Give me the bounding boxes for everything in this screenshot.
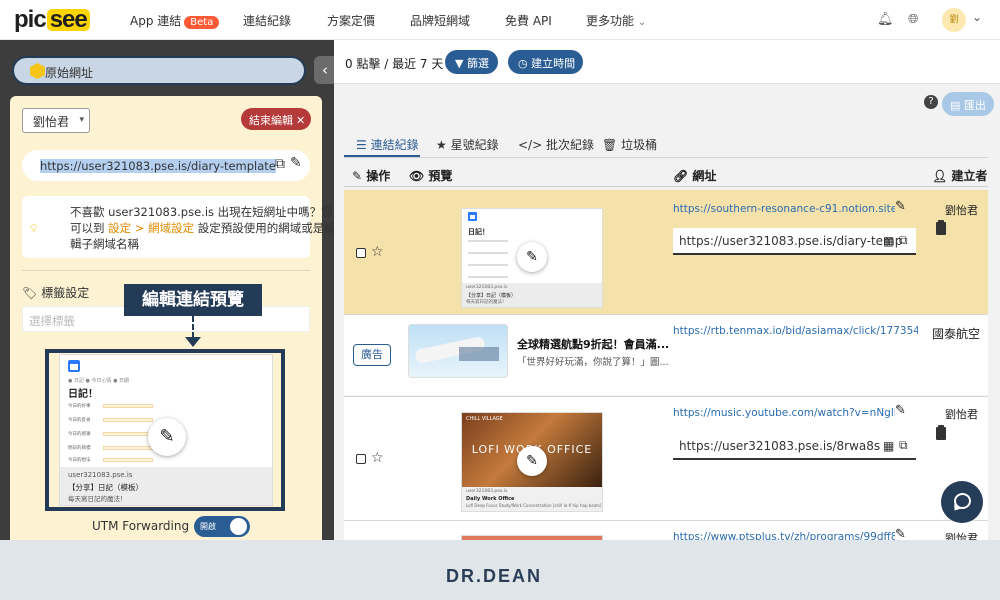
clipboard-icon[interactable] xyxy=(936,425,946,440)
nav-app-links[interactable]: App 連結 Beta xyxy=(130,12,220,29)
trash-icon: 🗑︎ xyxy=(602,138,618,152)
tag-icon: 🏷︎ xyxy=(22,286,38,300)
ad-title[interactable]: 全球精選航點9折起！會員滿... xyxy=(517,336,669,352)
creator-name: 國泰航空 xyxy=(932,327,981,341)
filter-button[interactable]: ▼ 篩選 xyxy=(445,50,498,74)
creator-name: 劉怡君 xyxy=(945,408,978,421)
chevron-down-icon: ▾ xyxy=(79,115,84,125)
tag-settings-title: 🏷︎ 標籤設定 xyxy=(22,286,90,300)
ad-thumbnail[interactable] xyxy=(409,325,507,377)
code-icon: </> xyxy=(518,138,543,152)
record-tabs: ☰ 連結紀錄 ★ 星號紀錄 </> 批次紀錄 🗑︎ 垃圾桶 xyxy=(344,134,988,158)
list-icon: ☰ xyxy=(356,138,367,152)
qrcode-icon[interactable]: ▦ xyxy=(883,439,894,453)
col-header-url: 🔗︎ 網址 xyxy=(673,169,717,183)
original-url-link[interactable]: https://music.youtube.com/watch?v=nNglMd… xyxy=(673,407,895,419)
chevron-down-icon: ⌄ xyxy=(637,17,647,28)
globe-icon[interactable]: 🌐︎ xyxy=(908,12,918,27)
chevron-down-icon[interactable]: ⌄ xyxy=(972,10,982,24)
edit-icon[interactable]: ✎ xyxy=(895,527,906,540)
ad-badge: 廣告 xyxy=(353,344,391,366)
clipboard-icon[interactable] xyxy=(936,220,946,235)
edit-preview-icon[interactable]: ✎ xyxy=(517,242,547,272)
nav-free-api[interactable]: 免費 API xyxy=(505,12,552,29)
col-header-creator: 👤︎ 建立者 xyxy=(932,169,988,183)
creator-name: 劉怡君 xyxy=(945,532,978,540)
short-url-text[interactable]: https://user321083.pse.is/diary-template xyxy=(40,159,276,173)
bell-icon[interactable]: 🔔︎ xyxy=(877,12,894,27)
copy-icon[interactable]: ⧉ xyxy=(899,438,908,453)
domain-settings-link[interactable]: 設定 > 網域設定 xyxy=(108,221,194,235)
ad-description: 「世界好好玩滿，你說了算！」圖... xyxy=(517,357,669,368)
nav-more-features[interactable]: 更多功能 ⌄ xyxy=(586,12,646,29)
avatar[interactable]: 劉 xyxy=(942,8,966,32)
lightbulb-icon: 💡︎ xyxy=(30,222,38,235)
edit-preview-icon[interactable]: ✎ xyxy=(517,446,547,476)
active-tab-indicator xyxy=(344,155,420,157)
chat-support-button[interactable] xyxy=(941,481,983,523)
edit-icon[interactable]: ✎ xyxy=(895,403,906,418)
edit-icon: ✎ xyxy=(352,169,363,183)
utm-forwarding-toggle[interactable]: 開啟 xyxy=(194,516,250,537)
picsee-logo[interactable]: pic see xyxy=(14,6,90,33)
eye-icon: 👁︎ xyxy=(409,169,425,183)
calendar-icon xyxy=(68,360,80,372)
ad-url-link[interactable]: https://rtb.tenmax.io/bid/asiamax/click/… xyxy=(673,325,918,337)
original-url-link[interactable]: https://www.ptsplus.tv/zh/programs/99dff… xyxy=(673,531,895,540)
original-url-link[interactable]: https://southern-resonance-c91.notion.si… xyxy=(673,203,895,215)
help-icon[interactable]: ? xyxy=(924,95,938,109)
nav-link-records[interactable]: 連結紀錄 xyxy=(243,12,291,29)
row-checkbox[interactable] xyxy=(356,248,366,258)
click-summary: 0 點擊 / 最近 7 天 xyxy=(345,57,444,71)
short-url-box[interactable]: https://user321083.pse.is/diary-temp ▦ ⧉ xyxy=(673,228,916,255)
edit-icon[interactable]: ✎ xyxy=(290,155,302,171)
export-button[interactable]: ▤ 匯出 xyxy=(942,92,994,116)
col-header-actions: ✎ 操作 xyxy=(352,169,391,183)
tab-batch-records[interactable]: </> 批次紀錄 xyxy=(518,136,594,153)
domain-hint: 💡︎ 不喜歡 user321083.pse.is 出現在短網址中嗎？您 可以到 … xyxy=(22,196,336,258)
edit-preview-callout: 編輯連結預覽 xyxy=(124,284,262,316)
tab-starred-records[interactable]: ★ 星號紀錄 xyxy=(436,136,499,153)
utm-forwarding-label: UTM Forwarding xyxy=(92,519,190,533)
link-icon: 🔗︎ xyxy=(673,169,689,183)
short-url-field[interactable]: https://user321083.pse.is/diary-template… xyxy=(22,150,310,181)
divider xyxy=(22,270,310,271)
star-icon[interactable]: ☆ xyxy=(371,450,384,466)
copy-icon[interactable]: ⧉ xyxy=(899,233,908,248)
tab-link-records[interactable]: ☰ 連結紀錄 xyxy=(356,136,419,153)
owner-select[interactable]: 劉怡君 ▾ xyxy=(22,108,90,133)
sort-time-button[interactable]: ◷ 建立時間 xyxy=(508,50,583,74)
calendar-icon xyxy=(468,212,477,221)
nav-brand-domain[interactable]: 品牌短網域 xyxy=(410,12,470,29)
header-rule xyxy=(344,186,988,187)
star-icon: ★ xyxy=(436,138,447,152)
top-nav: pic see App 連結 Beta 連結紀錄 方案定價 品牌短網域 免費 API… xyxy=(0,0,1000,40)
star-icon[interactable]: ☆ xyxy=(371,244,384,260)
creator-name: 劉怡君 xyxy=(945,204,978,217)
short-url-box[interactable]: https://user321083.pse.is/8rwa8s ▦ ⧉ xyxy=(673,433,916,460)
callout-dashed-line xyxy=(192,316,194,338)
edit-icon[interactable]: ✎ xyxy=(895,199,906,214)
clock-icon: ◷ xyxy=(518,57,528,70)
copy-icon[interactable]: ⧉ xyxy=(275,156,285,172)
close-icon: ✕ xyxy=(296,114,306,127)
collapse-panel-button[interactable]: ‹ xyxy=(314,56,336,84)
preview-footer: user321083.pse.is 【分享】日記（模板） 每天寫日記的魔法！ xyxy=(60,467,272,505)
file-icon: ▤ xyxy=(950,99,961,112)
qrcode-icon[interactable]: ▦ xyxy=(883,234,894,248)
row-checkbox[interactable] xyxy=(356,454,366,464)
original-url-button[interactable]: 原始網址 xyxy=(12,56,306,85)
beta-badge: Beta xyxy=(184,16,220,29)
callout-arrow xyxy=(185,337,201,347)
nav-pricing[interactable]: 方案定價 xyxy=(327,12,375,29)
tab-trash[interactable]: 🗑︎ 垃圾桶 xyxy=(602,136,657,153)
dr-dean-logo: DR.DEAN xyxy=(446,566,543,586)
filter-icon: ▼ xyxy=(455,57,464,70)
end-edit-button[interactable]: 結束編輯 ✕ xyxy=(241,108,311,130)
user-icon: 👤︎ xyxy=(932,169,948,183)
edit-preview-icon[interactable]: ✎ xyxy=(148,418,186,456)
picsee-hex-icon xyxy=(30,63,45,79)
col-header-preview: 👁︎ 預覽 xyxy=(409,169,453,183)
